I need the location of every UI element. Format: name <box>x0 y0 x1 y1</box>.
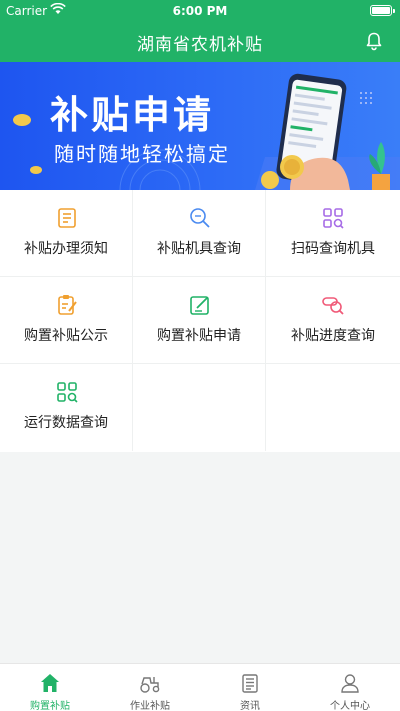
tab-purchase-subsidy[interactable]: 购置补贴 <box>0 664 100 711</box>
clipboard-edit-icon <box>58 295 77 315</box>
menu-item-subsidy-apply[interactable]: 购置补贴申请 <box>133 277 266 364</box>
data-grid-search-icon <box>57 382 78 403</box>
battery-icon <box>370 5 395 16</box>
service-menu-grid: 补贴办理须知 补贴机具查询 扫码查询机具 购置补贴公示 购置补贴申请 补贴进度查… <box>0 190 400 452</box>
clock: 6:00 PM <box>172 4 228 18</box>
menu-item-label: 补贴办理须知 <box>24 241 108 257</box>
menu-item-label: 扫码查询机具 <box>291 241 375 257</box>
menu-item-label: 补贴机具查询 <box>157 241 241 257</box>
page-title: 湖南省农机补贴 <box>137 35 263 55</box>
menu-empty-cell <box>133 364 266 451</box>
menu-item-scan-query[interactable]: 扫码查询机具 <box>266 190 400 277</box>
banner-subtitle: 随时随地轻松搞定 <box>54 142 230 166</box>
grid-search-icon <box>323 208 344 229</box>
tab-label: 购置补贴 <box>30 701 70 711</box>
app-header: Carrier 6:00 PM 湖南省农机补贴 <box>0 0 400 62</box>
edit-square-icon <box>190 296 209 315</box>
progress-search-icon <box>322 297 344 315</box>
menu-item-label: 补贴进度查询 <box>291 328 375 344</box>
menu-item-subsidy-guide[interactable]: 补贴办理须知 <box>0 190 133 277</box>
promo-banner[interactable]: 补贴申请 随时随地轻松搞定 <box>0 62 400 190</box>
menu-item-label: 购置补贴申请 <box>157 328 241 344</box>
subsidy-search-icon <box>190 208 210 228</box>
menu-item-progress-query[interactable]: 补贴进度查询 <box>266 277 400 364</box>
person-icon <box>341 674 359 693</box>
tab-operation-subsidy[interactable]: 作业补贴 <box>100 664 200 711</box>
menu-item-machine-query[interactable]: 补贴机具查询 <box>133 190 266 277</box>
tractor-icon <box>140 677 160 693</box>
tab-personal-center[interactable]: 个人中心 <box>300 664 400 711</box>
tab-news[interactable]: 资讯 <box>200 664 300 711</box>
menu-item-label: 购置补贴公示 <box>24 328 108 344</box>
tab-label: 个人中心 <box>330 701 370 711</box>
home-icon <box>41 674 59 692</box>
banner-title: 补贴申请 <box>50 93 215 137</box>
tab-label: 作业补贴 <box>130 701 170 711</box>
bell-icon[interactable] <box>364 31 384 51</box>
document-list-icon <box>58 208 76 228</box>
menu-item-subsidy-notice[interactable]: 购置补贴公示 <box>0 277 133 364</box>
bottom-tab-bar: 购置补贴 作业补贴 资讯 个人中心 <box>0 663 400 711</box>
menu-empty-cell <box>266 364 400 451</box>
menu-item-label: 运行数据查询 <box>24 415 108 431</box>
menu-item-run-data[interactable]: 运行数据查询 <box>0 364 133 451</box>
news-icon <box>242 674 258 693</box>
status-bar: Carrier 6:00 PM <box>0 0 400 22</box>
tab-label: 资讯 <box>240 701 260 711</box>
